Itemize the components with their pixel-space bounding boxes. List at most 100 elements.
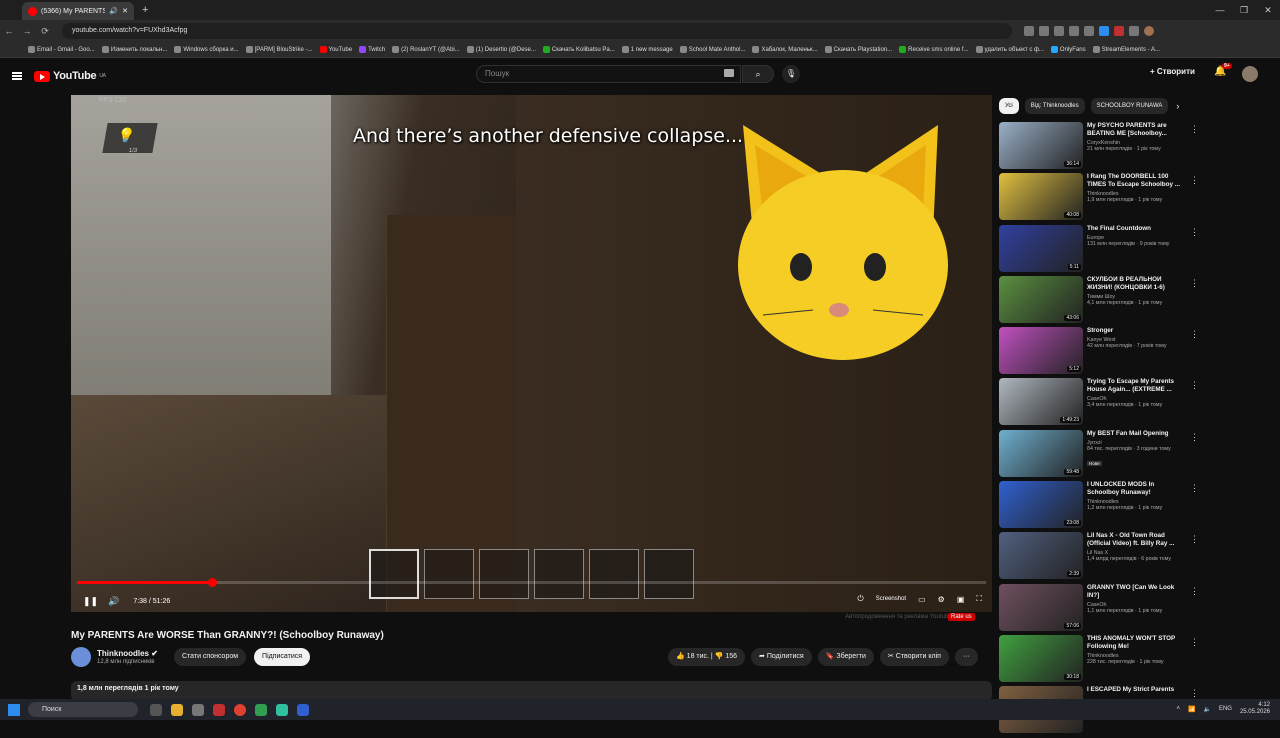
recommended-video[interactable]: 5:12 Stronger Kanye West 42 млн переглядів … xyxy=(999,327,1209,378)
video-thumbnail[interactable]: 5:12 xyxy=(999,327,1083,375)
more-vert-icon[interactable]: ⋮ xyxy=(1190,175,1199,186)
bookmark[interactable]: удалить объект с ф... xyxy=(975,46,1044,53)
keyboard-icon[interactable] xyxy=(724,69,734,77)
bookmark[interactable]: Email - Gmail - Goo... xyxy=(28,46,95,53)
rec-title[interactable]: My BEST Fan Mail Opening xyxy=(1087,430,1187,438)
rec-title[interactable]: The Final Countdown xyxy=(1087,225,1187,233)
subtitles-icon[interactable]: ▭ xyxy=(918,595,926,604)
app-icon[interactable] xyxy=(213,703,225,716)
create-button[interactable]: + Створити xyxy=(1150,67,1195,76)
task-view-icon[interactable] xyxy=(150,703,162,716)
thumbs-down-icon[interactable]: 👎 xyxy=(715,653,724,660)
like-button[interactable]: 👍 18 тис. | 👎 156 xyxy=(668,648,746,666)
taskbar-search[interactable]: Поиск xyxy=(28,702,138,717)
close-button[interactable]: ✕ xyxy=(1256,0,1280,20)
progress-scrubber[interactable] xyxy=(207,578,217,587)
volume-tray-icon[interactable]: 🔈 xyxy=(1203,706,1210,713)
profile-icon[interactable] xyxy=(1144,26,1154,36)
bookmark[interactable]: School Mate Anthol... xyxy=(679,46,745,53)
language-indicator[interactable]: ENG xyxy=(1219,706,1232,712)
chip-from-channel[interactable]: Від: Thinknoodles xyxy=(1024,98,1085,114)
extension-icon[interactable] xyxy=(1084,26,1094,36)
fullscreen-icon[interactable]: ⛶ xyxy=(976,594,982,604)
notifications-bell-icon[interactable]: 🔔 9+ xyxy=(1214,63,1232,80)
bookmark[interactable]: Изменить локальн... xyxy=(101,46,167,53)
rec-title[interactable]: Trying To Escape My Parents House Again.… xyxy=(1087,378,1187,394)
windows-start-icon[interactable] xyxy=(8,703,20,716)
reload-icon[interactable]: ⟳ xyxy=(36,26,54,37)
app-icon[interactable] xyxy=(276,703,288,716)
chip-topic[interactable]: SCHOOLBOY RUNAWA xyxy=(1090,98,1169,114)
rate-us-button[interactable]: Rate us xyxy=(948,613,975,621)
volume-icon[interactable]: 🔊 xyxy=(108,596,119,607)
app-icon[interactable] xyxy=(297,703,309,716)
tray-chevron-icon[interactable]: ˄ xyxy=(1176,706,1180,712)
video-thumbnail[interactable]: 59:48 xyxy=(999,429,1083,477)
rec-title[interactable]: I ESCAPED My Strict Parents xyxy=(1087,686,1187,694)
app-icon[interactable] xyxy=(255,703,267,716)
bookmark[interactable]: Receive sms online f... xyxy=(899,46,969,53)
store-icon[interactable] xyxy=(192,703,204,716)
video-thumbnail[interactable]: 30:18 xyxy=(999,634,1083,682)
url-field[interactable]: youtube.com/watch?v=FUXhd3Acfpg xyxy=(62,23,1012,39)
recommended-video[interactable]: 57:06 GRANNY TWO [Can We Look IN?] CaseOh 1… xyxy=(999,583,1209,635)
recommended-video[interactable]: 5:11 The Final Countdown Europe 131 млн пер… xyxy=(999,224,1209,276)
extension-icon[interactable] xyxy=(1114,26,1124,36)
more-vert-icon[interactable]: ⋮ xyxy=(1190,380,1199,391)
screenshot-button[interactable]: Screenshot xyxy=(876,596,906,602)
avatar[interactable] xyxy=(1242,66,1258,82)
save-button[interactable]: 🔖 Зберегти xyxy=(817,648,874,666)
video-player[interactable]: FPS 120 💡 1/3 And there’s another defens… xyxy=(71,95,992,612)
bookmark[interactable]: [PARM] BlouStrike -... xyxy=(245,46,313,53)
cast-icon[interactable] xyxy=(1039,26,1049,36)
video-thumbnail[interactable]: 57:06 xyxy=(999,583,1083,631)
channel-avatar[interactable] xyxy=(71,647,91,667)
more-vert-icon[interactable]: ⋮ xyxy=(1190,534,1199,545)
bookmark[interactable]: 1 new message xyxy=(621,46,673,53)
minimize-button[interactable]: — xyxy=(1208,0,1232,20)
more-vert-icon[interactable]: ⋮ xyxy=(1190,227,1199,238)
maximize-button[interactable]: ❐ xyxy=(1232,0,1256,20)
extension-icon[interactable] xyxy=(1129,26,1139,36)
clock[interactable]: 4:12 25.05.2026 xyxy=(1240,702,1270,716)
new-tab-button[interactable]: + xyxy=(142,4,148,16)
more-vert-icon[interactable]: ⋮ xyxy=(1190,483,1199,494)
video-thumbnail[interactable]: 2:39 xyxy=(999,532,1083,580)
recommended-video[interactable]: 36:14 My PSYCHO PARENTS are BEATING ME [S… xyxy=(999,122,1209,173)
more-vert-icon[interactable]: ⋮ xyxy=(1190,637,1199,648)
more-vert-icon[interactable]: ⋮ xyxy=(1190,432,1199,443)
menu-icon[interactable] xyxy=(12,72,22,80)
autoplay-toggle[interactable]: ⏻ xyxy=(857,594,863,604)
video-thumbnail[interactable]: 5:11 xyxy=(999,224,1083,272)
chip-all[interactable]: Усі xyxy=(999,98,1019,114)
more-vert-icon[interactable]: ⋮ xyxy=(1190,329,1199,340)
forward-icon[interactable]: → xyxy=(18,26,36,36)
recommended-video[interactable]: 30:18 THIS ANOMALY WON'T STOP Following M… xyxy=(999,634,1209,686)
youtube-logo[interactable]: YouTube UA xyxy=(34,70,106,82)
search-button[interactable]: ⌕ xyxy=(742,65,774,83)
translate-icon[interactable] xyxy=(1024,26,1034,36)
more-vert-icon[interactable]: ⋮ xyxy=(1190,586,1199,597)
bookmark[interactable]: (2) RoslanYT (@Abi... xyxy=(392,46,460,53)
video-thumbnail[interactable]: 43:06 xyxy=(999,275,1083,323)
recommended-video[interactable]: 1:49:23 Trying To Escape My Parents House… xyxy=(999,378,1209,429)
bookmark[interactable]: StreamElements - A... xyxy=(1092,46,1160,53)
bookmark[interactable]: Хабалок, Маленьк... xyxy=(752,46,818,53)
search-input[interactable]: Пошук xyxy=(476,65,741,83)
more-vert-icon[interactable]: ⋮ xyxy=(1190,688,1199,699)
recommended-video[interactable]: 2:39 Lil Nas X - Old Town Road (Official … xyxy=(999,532,1209,583)
tab-audio-icon[interactable]: 🔊 xyxy=(109,7,118,15)
tab-close-icon[interactable]: ✕ xyxy=(122,7,128,15)
extension-icon[interactable] xyxy=(1069,26,1079,36)
rec-title[interactable]: My PSYCHO PARENTS are BEATING ME [School… xyxy=(1087,122,1187,138)
rec-title[interactable]: THIS ANOMALY WON'T STOP Following Me! xyxy=(1087,635,1187,651)
file-explorer-icon[interactable] xyxy=(171,703,183,716)
voice-search-button[interactable]: 🎙 xyxy=(782,65,800,83)
video-thumbnail[interactable]: 23:08 xyxy=(999,481,1083,529)
settings-gear-icon[interactable]: ⚙ xyxy=(938,595,945,604)
bookmark[interactable]: Скачать Kolibatsu Pa... xyxy=(542,46,615,53)
bookmark[interactable]: Windows сборка и... xyxy=(174,46,239,53)
rec-title[interactable]: СКУЛБОЙ В РЕАЛЬНОЙ ЖИЗНИ! (КОНЦОВКИ 1-6) xyxy=(1087,276,1187,292)
bookmark[interactable]: Скачать Playstation... xyxy=(824,46,892,53)
back-icon[interactable]: ← xyxy=(0,26,18,36)
